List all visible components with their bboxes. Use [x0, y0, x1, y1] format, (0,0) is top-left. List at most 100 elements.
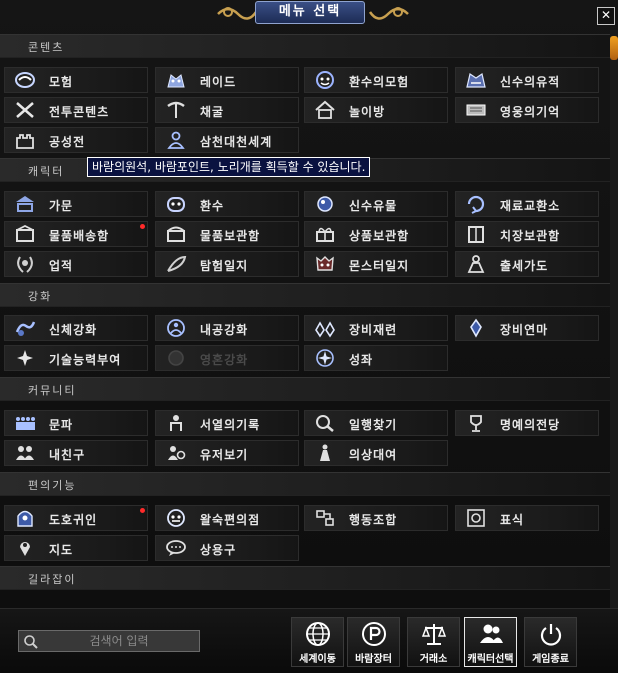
title-bar: 메뉴 선택 ✕ — [0, 0, 618, 28]
section-label: 캐릭터 — [28, 165, 65, 178]
menu-item-equipment-refine[interactable]: 장비재련 — [304, 315, 448, 341]
menu-item-clan-group[interactable]: 문파 — [4, 410, 148, 436]
menu-item-map[interactable]: 지도 — [4, 535, 148, 561]
swirl-icon — [14, 70, 36, 90]
char-select-label: 캐릭터선택 — [467, 654, 514, 665]
wind-market-label: 바람장터 — [355, 654, 392, 665]
menu-item-action-combo[interactable]: 행동조합 — [304, 505, 448, 531]
quit-label: 게임종료 — [532, 654, 569, 665]
person-rank-icon — [165, 413, 187, 433]
users-icon — [480, 624, 503, 643]
menu-item-three-heavens[interactable]: 삼천대천세계 — [155, 127, 299, 153]
search-icon — [24, 635, 38, 649]
menu-item-career-path[interactable]: 출세가도 — [455, 251, 599, 277]
menu-item-constellation[interactable]: 성좌 — [304, 345, 448, 371]
menu-item-siege[interactable]: 공성전 — [4, 127, 148, 153]
world-move-button[interactable]: 세계이동 — [291, 617, 344, 667]
soul-icon — [165, 348, 187, 368]
menu-item-hero-memory[interactable]: 영웅의기억 — [455, 97, 599, 123]
menu-item-dohoguiin[interactable]: 도호귀인 — [4, 505, 148, 531]
menu-item-friends[interactable]: 내친구 — [4, 440, 148, 466]
menu-item-material-exchange[interactable]: 재료교환소 — [455, 191, 599, 217]
menu-item-hall-of-fame[interactable]: 명예의전당 — [455, 410, 599, 436]
menu-item-summon-adventure[interactable]: 환수의모험 — [304, 67, 448, 93]
menu-item-item-delivery[interactable]: 물품배송함 — [4, 221, 148, 247]
scrollbar[interactable] — [610, 30, 618, 608]
sparkle-icon — [14, 348, 36, 368]
bottom-bar: 세계이동 바람장터 거래소 캐릭터선택 게임종료 — [0, 608, 618, 673]
meditation-icon — [165, 318, 187, 338]
magnifier-people-icon — [314, 413, 336, 433]
wardrobe-icon — [465, 224, 487, 244]
noble-figure-icon — [465, 254, 487, 274]
pickaxe-icon — [165, 100, 187, 120]
world-move-label: 세계이동 — [299, 654, 336, 665]
menu-item-goods-storage[interactable]: 상품보관함 — [304, 221, 448, 247]
feather-icon — [165, 254, 187, 274]
notification-dot — [140, 508, 145, 513]
wind-market-button[interactable]: 바람장터 — [347, 617, 400, 667]
laurel-icon — [14, 254, 36, 274]
section-label: 커뮤니티 — [28, 384, 77, 397]
search-input[interactable] — [43, 631, 195, 651]
globe-icon — [306, 622, 330, 646]
scroll-thumb[interactable] — [610, 36, 618, 60]
menu-item-monster-diary[interactable]: 몬스터일지 — [304, 251, 448, 277]
menu-item-playroom[interactable]: 놀이방 — [304, 97, 448, 123]
menu-window: 메뉴 선택 ✕ 콘텐츠 모험 레이드 환수의모험 신수의유적 전투콘텐츠 채굴 — [0, 0, 618, 673]
menu-item-equipment-polish[interactable]: 장비연마 — [455, 315, 599, 341]
exchange-button[interactable]: 거래소 — [407, 617, 460, 667]
menu-item-remains-view[interactable]: 유저보기 — [155, 440, 299, 466]
menu-item-mining[interactable]: 채굴 — [155, 97, 299, 123]
friends-icon — [14, 443, 36, 463]
menu-item-skill-grant[interactable]: 기술능력부여 — [4, 345, 148, 371]
section-label: 편의기능 — [28, 479, 77, 492]
menu-item-summon[interactable]: 환수 — [155, 191, 299, 217]
menu-item-relic[interactable]: 신수의유적 — [455, 67, 599, 93]
menu-item-divine-relic[interactable]: 신수유물 — [304, 191, 448, 217]
menu-item-soul-enhance[interactable]: 영혼강화 — [155, 345, 299, 371]
search-box — [18, 630, 200, 652]
menu-item-costume-rental[interactable]: 의상대여 — [304, 440, 448, 466]
exchange-label: 거래소 — [419, 654, 448, 665]
menu-item-convenience-store[interactable]: 왈숙편의점 — [155, 505, 299, 531]
menu-item-adventure[interactable]: 모험 — [4, 67, 148, 93]
menu-item-item-storage[interactable]: 물품보관함 — [155, 221, 299, 247]
fortress-icon — [14, 130, 36, 150]
dragon-icon — [165, 70, 187, 90]
section-label: 콘텐츠 — [28, 41, 65, 54]
char-select-button[interactable]: 캐릭터선택 — [464, 617, 517, 667]
muscle-swirl-icon — [14, 318, 36, 338]
menu-item-body-enhance[interactable]: 신체강화 — [4, 315, 148, 341]
crowd-icon — [14, 413, 36, 433]
compass-star-icon — [314, 348, 336, 368]
menu-item-marker[interactable]: 표식 — [455, 505, 599, 531]
costume-icon — [314, 443, 336, 463]
speech-bubble-icon — [165, 538, 187, 558]
ancient-beast-icon — [465, 70, 487, 90]
trophy-icon — [465, 413, 487, 433]
section-convenience: 편의기능 — [0, 472, 610, 496]
combo-grid-icon — [314, 508, 336, 528]
scroll-icon — [465, 100, 487, 120]
section-label: 길라잡이 — [28, 573, 77, 586]
menu-item-battle-content[interactable]: 전투콘텐츠 — [4, 97, 148, 123]
shop-mascot-icon — [165, 508, 187, 528]
menu-item-chat-phrase[interactable]: 상용구 — [155, 535, 299, 561]
menu-item-exploration-diary[interactable]: 탐험일지 — [155, 251, 299, 277]
menu-item-party-finder[interactable]: 일행찾기 — [304, 410, 448, 436]
close-button[interactable]: ✕ — [597, 7, 615, 25]
menu-item-inner-enhance[interactable]: 내공강화 — [155, 315, 299, 341]
monster-mask-icon — [314, 254, 336, 274]
gems-icon — [314, 318, 336, 338]
menu-item-raid[interactable]: 레이드 — [155, 67, 299, 93]
exchange-arrows-icon — [465, 194, 487, 214]
person-search-icon — [165, 443, 187, 463]
menu-item-clan[interactable]: 가문 — [4, 191, 148, 217]
quit-button[interactable]: 게임종료 — [524, 617, 577, 667]
menu-item-western-record[interactable]: 서열의기록 — [155, 410, 299, 436]
menu-item-stage-storage[interactable]: 치장보관함 — [455, 221, 599, 247]
window-title: 메뉴 선택 — [255, 1, 365, 24]
section-label: 강화 — [28, 290, 53, 303]
menu-item-achievement[interactable]: 업적 — [4, 251, 148, 277]
